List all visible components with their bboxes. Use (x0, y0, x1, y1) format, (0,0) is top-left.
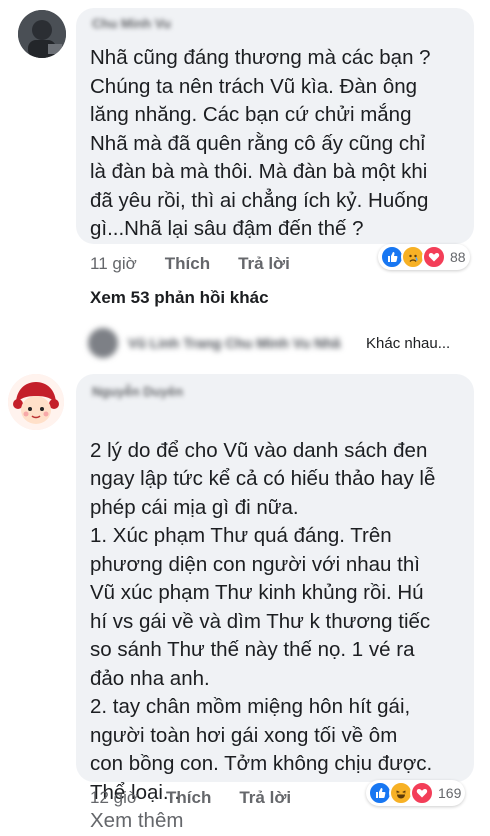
reply-button[interactable]: Trả lời (238, 254, 290, 274)
comment-time[interactable]: 12 giờ (90, 788, 138, 808)
reply-author: Vũ Linh Trang Chu Minh Vu Nhã (128, 335, 341, 351)
avatar-photo (18, 10, 66, 58)
like-button[interactable]: Thích (165, 254, 210, 274)
see-more-link[interactable]: Xem thêm (90, 809, 183, 832)
avatar[interactable] (18, 10, 66, 58)
reaction-count: 88 (450, 249, 466, 265)
reaction-summary[interactable]: 88 (378, 244, 470, 270)
comment-text: Nhã cũng đáng thương mà các bạn ? Chúng … (90, 46, 431, 240)
reply-snippet: Khác nhau... (366, 334, 451, 352)
like-button[interactable]: Thích (166, 788, 211, 808)
reply-avatar (88, 328, 118, 358)
comment-actions: 12 giờ Thích Trả lời (90, 788, 319, 808)
avatar-cartoon (8, 374, 64, 430)
reaction-count: 169 (438, 785, 462, 801)
avatar[interactable] (8, 374, 64, 430)
comment-author[interactable]: Chu Minh Vu (92, 16, 171, 31)
view-more-replies[interactable]: Xem 53 phản hồi khác (90, 288, 269, 308)
reply-preview[interactable]: Vũ Linh Trang Chu Minh Vu Nhã Khác nhau.… (88, 328, 450, 358)
love-icon (422, 245, 446, 269)
love-icon (410, 781, 434, 805)
reaction-summary[interactable]: 169 (366, 780, 466, 806)
reply-button[interactable]: Trả lời (239, 788, 291, 808)
comment-body: 2 lý do để cho Vũ vào danh sách đen ngay… (90, 438, 436, 804)
comment-text: 2 lý do để cho Vũ vào danh sách đen ngay… (90, 408, 470, 836)
comment-time[interactable]: 11 giờ (90, 254, 137, 274)
comment-actions: 11 giờ Thích Trả lời (90, 254, 318, 274)
comment-author[interactable]: Nguyễn Duyên (92, 384, 183, 399)
